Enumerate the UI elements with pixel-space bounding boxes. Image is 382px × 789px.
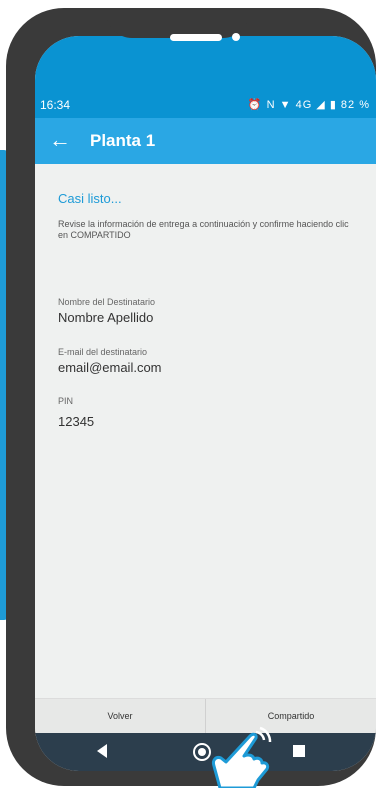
back-button[interactable]: Volver bbox=[35, 699, 205, 734]
nav-back-icon[interactable] bbox=[97, 744, 107, 758]
recipient-name-label: Nombre del Destinatario bbox=[58, 297, 156, 307]
status-bar: 16:34 ⏰ N ▼ 4G ◢ ▮ 82 % bbox=[35, 36, 376, 118]
app-bar: ← Planta 1 bbox=[35, 118, 376, 164]
pin-value: 12345 bbox=[58, 414, 95, 429]
status-icons: ⏰ N ▼ 4G ◢ ▮ 82 % bbox=[247, 99, 370, 111]
status-time: 16:34 bbox=[40, 98, 71, 112]
phone-frame: 16:34 ⏰ N ▼ 4G ◢ ▮ 82 % ← Planta 1 Casi … bbox=[6, 8, 376, 786]
speaker-icon bbox=[170, 34, 222, 41]
recipient-name-value: Nombre Apellido bbox=[58, 310, 154, 325]
instructions-text: Revise la información de entrega a conti… bbox=[58, 219, 349, 240]
app-title: Planta 1 bbox=[90, 131, 156, 150]
pointing-hand-icon bbox=[212, 726, 272, 788]
pin-label: PIN bbox=[58, 396, 74, 406]
nav-recents-icon[interactable] bbox=[293, 745, 305, 757]
camera-icon bbox=[232, 33, 240, 41]
recipient-email-value: email@email.com bbox=[58, 360, 162, 375]
page-heading: Casi listo... bbox=[58, 191, 122, 206]
arrow-left-icon[interactable]: ← bbox=[49, 127, 71, 153]
phone-screen: 16:34 ⏰ N ▼ 4G ◢ ▮ 82 % ← Planta 1 Casi … bbox=[35, 36, 376, 771]
recipient-email-label: E-mail del destinatario bbox=[58, 347, 148, 357]
